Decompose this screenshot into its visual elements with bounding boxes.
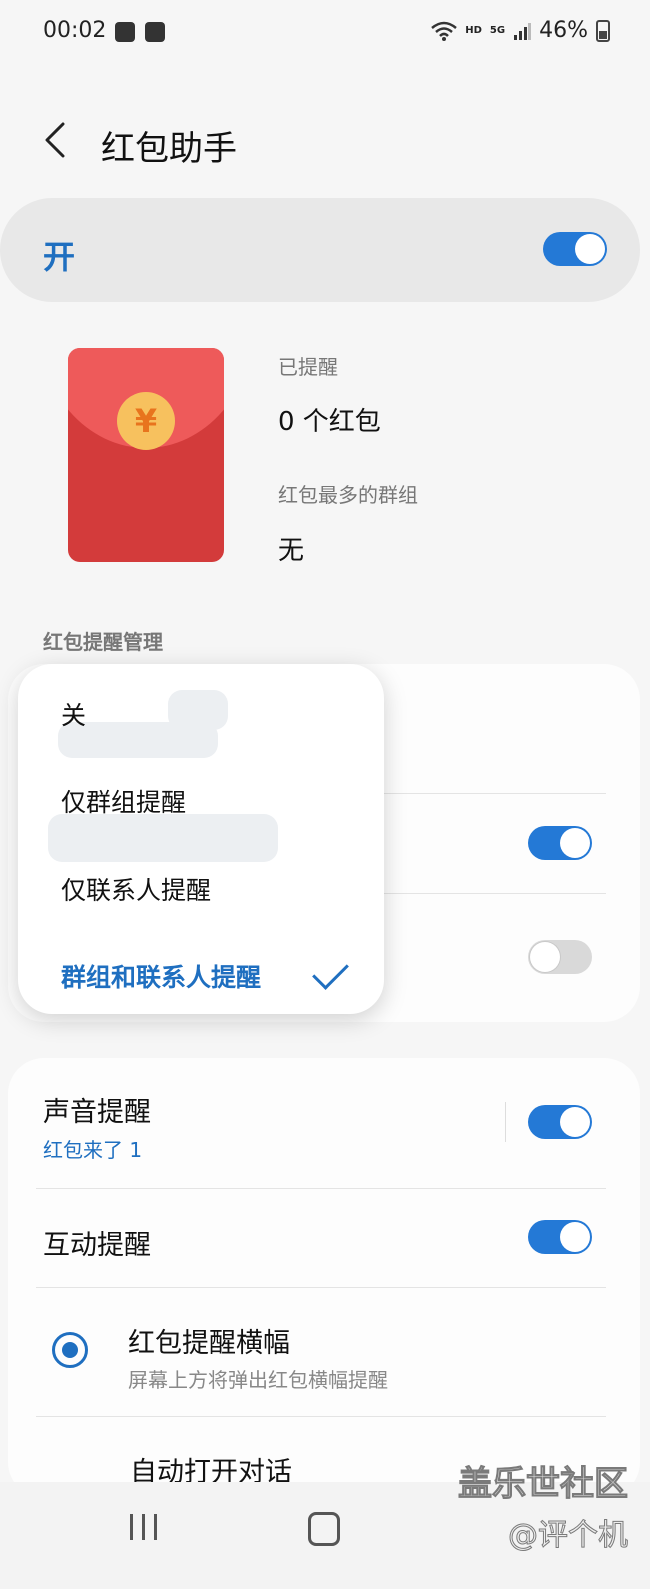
back-arrow-icon[interactable] — [44, 122, 66, 158]
sound-reminder-toggle[interactable] — [528, 1105, 592, 1139]
interaction-reminder-title[interactable]: 互动提醒 — [43, 1223, 151, 1262]
red-envelope-illustration: ¥ — [68, 348, 224, 562]
battery-percent: 46% — [539, 18, 588, 43]
watermark-author: @评个机 — [508, 1518, 629, 1554]
app-notification-icon — [145, 22, 165, 42]
divider — [36, 1287, 606, 1288]
reminder-mode-dropdown: 关 仅群组提醒 仅联系人提醒 群组和联系人提醒 — [18, 664, 384, 1014]
reminded-label: 已提醒 — [278, 355, 338, 379]
battery-icon — [596, 19, 610, 42]
divider — [36, 1416, 606, 1417]
section-header: 红包提醒管理 — [43, 630, 163, 654]
coin-icon: ¥ — [117, 392, 175, 450]
vertical-separator — [505, 1102, 506, 1142]
gallery-notification-icon — [115, 22, 135, 42]
top-group-label: 红包最多的群组 — [278, 483, 418, 507]
divider — [384, 793, 606, 794]
home-icon[interactable] — [308, 1512, 340, 1546]
network-type: 5G — [489, 25, 506, 36]
watermark-text: 盖乐世社区 — [458, 1464, 629, 1505]
hidden-row-toggle-1[interactable] — [528, 826, 592, 860]
banner-radio[interactable] — [52, 1332, 88, 1368]
dropdown-option-contact-only[interactable]: 仅联系人提醒 — [61, 871, 211, 907]
checkmark-icon — [312, 953, 349, 990]
status-notification-icons — [115, 22, 165, 42]
dropdown-option-off[interactable]: 关 — [61, 696, 86, 732]
sound-reminder-value[interactable]: 红包来了 1 — [43, 1134, 142, 1163]
interaction-reminder-toggle[interactable] — [528, 1220, 592, 1254]
top-group-value: 无 — [278, 536, 305, 566]
sound-reminder-title[interactable]: 声音提醒 — [43, 1090, 151, 1129]
divider — [36, 1188, 606, 1189]
dropdown-option-group-only[interactable]: 仅群组提醒 — [61, 783, 186, 819]
banner-description: 屏幕上方将弹出红包横幅提醒 — [128, 1368, 388, 1392]
status-time: 00:02 — [43, 18, 107, 43]
signal-icon — [514, 22, 532, 40]
master-switch-label: 开 — [43, 238, 76, 276]
wifi-icon — [431, 21, 458, 41]
page-title: 红包助手 — [101, 129, 237, 169]
divider — [384, 893, 606, 894]
dropdown-option-group-and-contact[interactable]: 群组和联系人提醒 — [61, 958, 261, 994]
hidden-row-toggle-2[interactable] — [528, 940, 592, 974]
status-right: HD 5G 46% — [431, 18, 610, 43]
hd-indicator: HD — [465, 25, 482, 36]
reminded-value: 0 个红包 — [278, 407, 381, 437]
recents-icon[interactable] — [130, 1514, 157, 1540]
master-toggle[interactable] — [543, 232, 607, 266]
banner-title[interactable]: 红包提醒横幅 — [128, 1321, 290, 1360]
